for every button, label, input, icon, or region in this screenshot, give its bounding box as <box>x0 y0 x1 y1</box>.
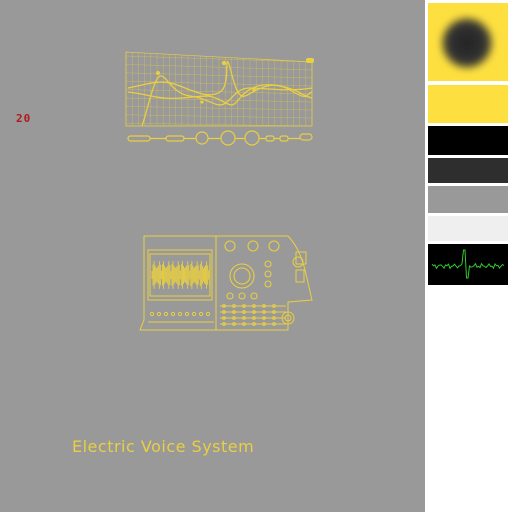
scope-swatch <box>428 244 508 285</box>
waveform-scope-icon <box>431 249 505 279</box>
equalizer-panel-icon <box>125 51 314 146</box>
dark-gray-swatch <box>428 158 508 183</box>
brand-title: Electric Voice System <box>72 437 255 456</box>
yellow-swatch <box>428 85 508 123</box>
mixer-fader-rows <box>148 304 286 326</box>
light-gray-swatch <box>428 216 508 241</box>
gray-swatch <box>428 186 508 213</box>
counter-label: 20 <box>16 112 32 125</box>
mixer-knobs <box>224 240 280 300</box>
swatch-strip <box>425 0 512 512</box>
glow-swatch <box>428 3 508 81</box>
mixer-console-icon <box>139 235 313 331</box>
mixer-waveform <box>151 261 211 289</box>
dark-glow-spot-icon <box>442 18 492 68</box>
black-swatch <box>428 126 508 155</box>
eq-markers <box>156 58 314 104</box>
texture-canvas: 20 Electric Voice System <box>0 0 425 512</box>
eq-controls <box>127 130 313 146</box>
